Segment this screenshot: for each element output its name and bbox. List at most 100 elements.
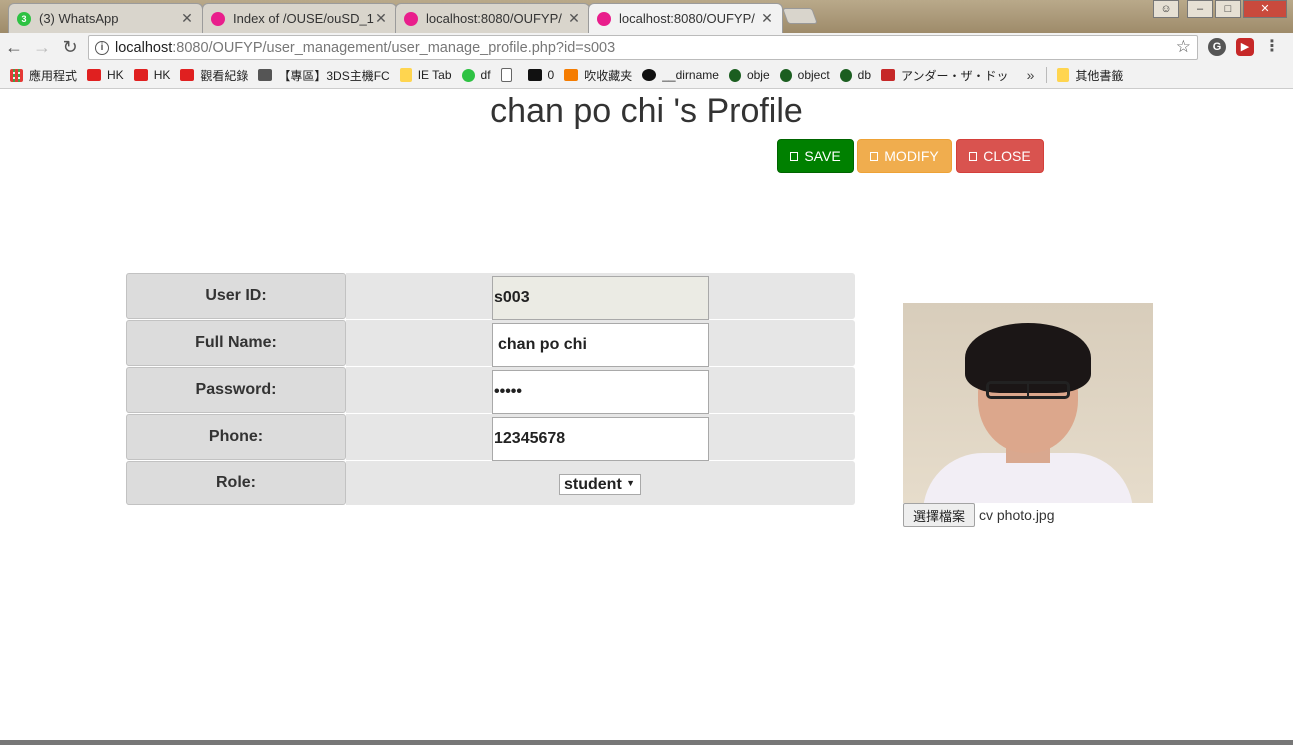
bookmark-item[interactable]: db — [839, 68, 871, 82]
bookmark-item[interactable] — [500, 68, 518, 82]
choose-file-button[interactable]: 選擇檔案 — [903, 503, 975, 527]
form-row-role: Role: student ▼ — [126, 461, 855, 508]
bookmark-label: __dirname — [662, 68, 719, 82]
bookmark-item[interactable]: HK — [133, 68, 171, 82]
menu-icon[interactable]: ⋮ — [1264, 38, 1280, 56]
tab-index[interactable]: Index of /OUSE/ouSD_1 ✕ — [202, 3, 397, 33]
bookmark-item[interactable]: __dirname — [642, 68, 719, 82]
taobao-icon — [564, 69, 579, 81]
page-title: chan po chi 's Profile — [490, 92, 803, 130]
youtube-icon — [87, 69, 102, 81]
close-button-label: CLOSE — [983, 148, 1031, 164]
folder-icon — [399, 68, 412, 82]
back-arrow-icon[interactable]: ← — [0, 37, 28, 58]
modify-button[interactable]: MODIFY — [857, 139, 952, 173]
minimize-button[interactable]: – — [1187, 0, 1213, 18]
bookmark-label: 觀看紀錄 — [200, 68, 249, 83]
mongo-icon — [728, 68, 741, 82]
bookmarks-divider — [1046, 67, 1048, 83]
page-content: chan po chi 's Profile SAVE MODIFY CLOSE… — [0, 90, 1293, 740]
bookmark-item[interactable]: df — [461, 68, 491, 82]
info-icon[interactable]: i — [95, 40, 109, 55]
bookmark-item[interactable]: obje — [728, 68, 770, 82]
extension-g-icon[interactable]: G — [1208, 38, 1226, 56]
form-row-phone: Phone: 12345678 — [126, 414, 855, 461]
bookmarks-bar: 應用程式 HK HK 觀看紀錄 【專區】3DS主機FC IE Tab df 0 … — [0, 62, 1293, 89]
window-controls: ☺ – □ ✕ — [1153, 0, 1287, 18]
youtube-icon — [133, 69, 148, 81]
bookmark-item[interactable]: object — [779, 68, 830, 82]
url-host: localhost — [115, 39, 173, 56]
other-bookmarks[interactable]: 其他書籤 — [1057, 67, 1123, 84]
forward-arrow-icon[interactable]: → — [28, 37, 56, 58]
close-icon[interactable]: ✕ — [374, 10, 388, 27]
form-row-user-id: User ID: s003 — [126, 273, 855, 320]
tab-whatsapp[interactable]: 3 (3) WhatsApp ✕ — [8, 3, 203, 33]
form-cell: ••••• — [346, 367, 855, 414]
window-close-button[interactable]: ✕ — [1243, 0, 1287, 18]
tab-label: (3) WhatsApp — [39, 11, 119, 26]
extension-red-icon[interactable]: ▶ — [1236, 38, 1254, 56]
black-icon — [527, 69, 542, 81]
close-icon[interactable]: ✕ — [180, 10, 194, 27]
close-button[interactable]: CLOSE — [956, 139, 1044, 173]
whatsapp-icon: 3 — [17, 11, 31, 26]
bookmark-item[interactable]: 【專區】3DS主機FC — [258, 67, 390, 84]
bookmark-label: HK — [153, 68, 171, 82]
red-icon — [881, 69, 896, 81]
bookmark-item[interactable]: HK — [87, 68, 124, 82]
tab-localhost-1[interactable]: localhost:8080/OUFYP/ ✕ — [395, 3, 590, 33]
phone-field[interactable]: 12345678 — [492, 417, 709, 461]
bookmark-label: 其他書籤 — [1075, 68, 1124, 83]
full-name-field[interactable]: chan po chi — [492, 323, 709, 367]
bookmark-label: 【專區】3DS主機FC — [278, 68, 390, 83]
folder-icon — [1057, 68, 1070, 82]
form-cell: s003 — [346, 273, 855, 320]
bookmark-item[interactable]: 應用程式 — [10, 67, 77, 84]
bookmark-item[interactable]: 0 — [527, 68, 555, 82]
form-cell: 12345678 — [346, 414, 855, 461]
mongo-icon — [839, 68, 852, 82]
bookmark-label: 應用程式 — [29, 68, 78, 83]
form-row-full-name: Full Name: chan po chi — [126, 320, 855, 367]
browser-toolbar: ← → ↻ i localhost:8080/OUFYP/user_manage… — [0, 33, 1293, 62]
document-icon — [500, 68, 512, 82]
bookmark-item[interactable]: アンダー・ザ・ドッ — [881, 67, 1009, 84]
bookmark-label: アンダー・ザ・ドッ — [901, 68, 1009, 83]
save-button[interactable]: SAVE — [777, 139, 854, 173]
chevron-down-icon: ▼ — [626, 478, 635, 488]
mongo-icon — [779, 68, 792, 82]
phpmyadmin-icon — [597, 11, 611, 26]
password-field[interactable]: ••••• — [492, 370, 709, 414]
tab-label: localhost:8080/OUFYP/ — [619, 11, 755, 26]
whatsapp-icon — [461, 68, 475, 82]
close-icon[interactable]: ✕ — [567, 10, 581, 27]
reload-icon[interactable]: ↻ — [56, 37, 84, 58]
full-name-label: Full Name: — [126, 320, 346, 366]
user-icon[interactable]: ☺ — [1153, 0, 1179, 18]
bookmark-label: IE Tab — [417, 68, 452, 82]
new-tab-button[interactable] — [782, 8, 818, 24]
form-row-password: Password: ••••• — [126, 367, 855, 414]
close-icon[interactable]: ✕ — [760, 10, 774, 27]
role-select[interactable]: student ▼ — [559, 474, 641, 495]
bookmark-item[interactable]: 吹收藏夹 — [564, 67, 632, 84]
bookmarks-more-button[interactable]: » — [1027, 67, 1035, 83]
address-bar[interactable]: i localhost:8080/OUFYP/user_management/u… — [88, 35, 1198, 60]
bookmark-label: object — [797, 68, 830, 82]
bookmark-item[interactable]: 觀看紀錄 — [180, 67, 248, 84]
file-name: cv photo.jpg — [979, 507, 1055, 523]
profile-form: User ID: s003 Full Name: chan po chi Pas… — [126, 273, 855, 508]
bookmark-item[interactable]: IE Tab — [399, 68, 452, 82]
modify-button-label: MODIFY — [884, 148, 939, 164]
star-icon[interactable]: ☆ — [1176, 37, 1191, 57]
tab-localhost-active[interactable]: localhost:8080/OUFYP/ ✕ — [588, 3, 783, 33]
maximize-button[interactable]: □ — [1215, 0, 1241, 18]
phone-label: Phone: — [126, 414, 346, 460]
form-cell: student ▼ — [346, 461, 855, 505]
bookmark-label: 0 — [547, 68, 555, 82]
phpmyadmin-icon — [404, 11, 418, 26]
photo-glasses — [986, 381, 1070, 399]
apps-icon — [10, 68, 23, 82]
tab-strip: 3 (3) WhatsApp ✕ Index of /OUSE/ouSD_1 ✕… — [0, 0, 1293, 33]
